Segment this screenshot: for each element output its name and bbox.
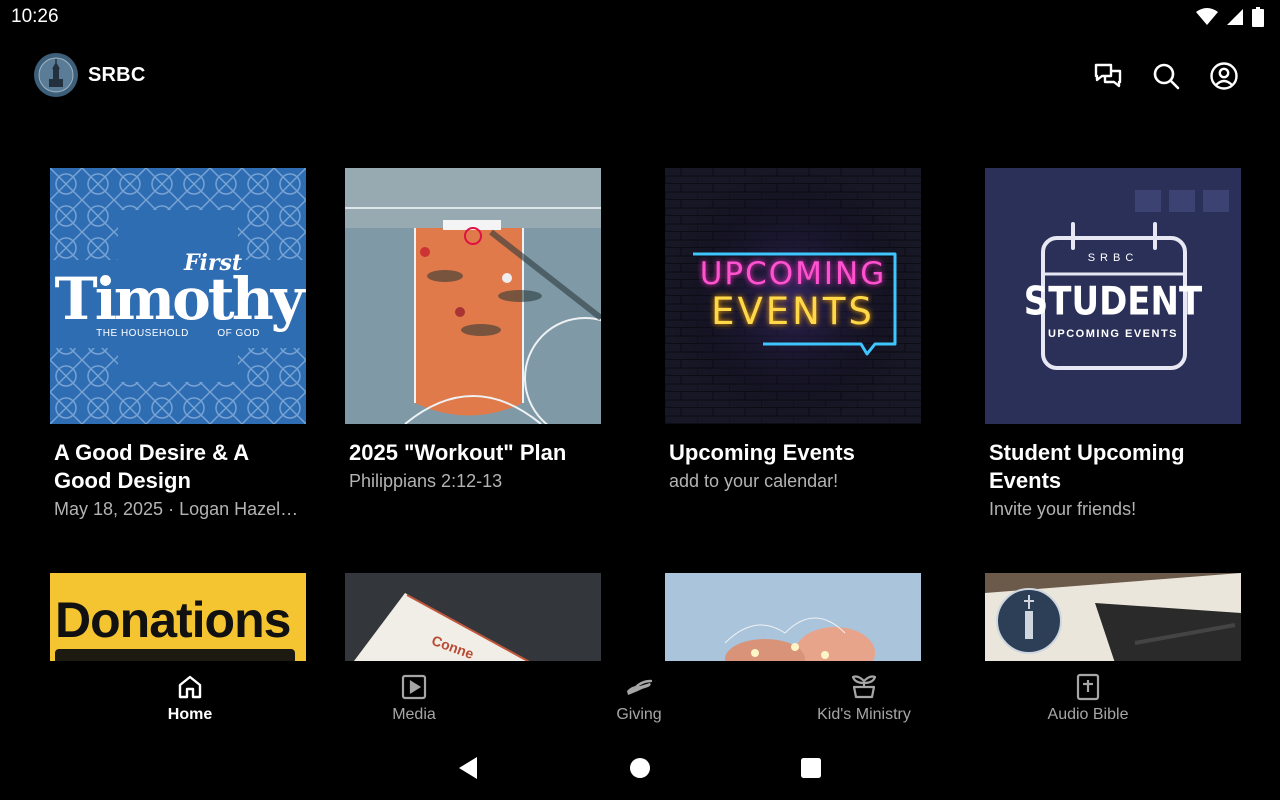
home-icon <box>178 675 202 699</box>
card-first-timothy[interactable]: First Timothy THE HOUSEHOLD OF GOD A Goo… <box>50 168 306 523</box>
card-thumbnail <box>985 573 1241 661</box>
bible-notebook-image <box>985 573 1241 661</box>
nav-label: Media <box>392 706 436 723</box>
art-upcoming-events: UPCOMING EVENTS <box>1047 328 1179 340</box>
home-circle-icon <box>630 758 650 778</box>
card-subtitle: May 18, 2025 · Logan Hazel… <box>54 499 299 519</box>
bible-icon <box>1076 673 1100 701</box>
play-box-icon <box>401 674 427 700</box>
system-navigation-bar <box>0 740 1280 800</box>
art-timothy: Timothy <box>54 265 305 333</box>
search-icon <box>1153 63 1180 90</box>
nav-label: Home <box>167 706 213 723</box>
card-subtitle: Philippians 2:12-13 <box>349 471 503 491</box>
card-student-events[interactable]: SRBC STUDENT UPCOMING EVENTS Student Upc… <box>985 168 1241 523</box>
nav-label: Kid's Ministry <box>817 706 911 723</box>
app-bar: SRBC <box>0 50 1280 102</box>
messages-button[interactable] <box>1092 60 1124 92</box>
status-icons <box>1196 7 1264 32</box>
card-connect[interactable]: Conne <box>345 573 601 661</box>
wifi-icon <box>1196 8 1218 31</box>
signal-icon <box>1226 8 1244 31</box>
nav-media[interactable]: Media <box>334 672 494 724</box>
church-logo[interactable] <box>34 53 78 97</box>
art-srbc: SRBC <box>1087 252 1139 264</box>
art-caption-left: THE HOUSEHOLD <box>96 328 189 339</box>
app-title: SRBC <box>88 64 146 86</box>
nav-home[interactable]: Home <box>110 672 270 724</box>
content-grid: First Timothy THE HOUSEHOLD OF GOD A Goo… <box>0 120 1280 661</box>
nav-label: Giving <box>616 706 662 723</box>
card-donations[interactable]: Donations <box>50 573 306 661</box>
basketball-court-image <box>345 168 601 424</box>
card-subtitle: add to your calendar! <box>669 471 839 491</box>
card-thumbnail <box>345 168 601 424</box>
card-thumbnail: UPCOMING EVENTS <box>665 168 921 424</box>
card-thumbnail: First Timothy THE HOUSEHOLD OF GOD <box>50 168 306 424</box>
card-title: Upcoming Events <box>669 440 855 465</box>
card-upcoming-events[interactable]: UPCOMING EVENTS Upcoming Events add to y… <box>665 168 921 495</box>
card-title: 2025 "Workout" Plan <box>349 440 567 465</box>
card-lights[interactable] <box>665 573 921 661</box>
art-student: STUDENT <box>1023 279 1203 325</box>
sprout-icon <box>851 675 877 699</box>
status-bar: 10:26 <box>0 0 1280 32</box>
art-caption-right: OF GOD <box>217 328 260 339</box>
giving-hand-icon <box>627 679 653 695</box>
card-thumbnail <box>665 573 921 661</box>
system-home-button[interactable] <box>629 757 651 784</box>
nav-kids-ministry[interactable]: Kid's Ministry <box>784 672 944 724</box>
church-steeple-icon <box>38 57 74 93</box>
string-lights-image <box>665 573 921 661</box>
system-back-button[interactable] <box>458 756 478 785</box>
card-title: A Good Desire & A Good Design <box>54 440 249 493</box>
search-button[interactable] <box>1150 60 1182 92</box>
recents-square-icon <box>801 758 821 778</box>
account-circle-icon <box>1210 62 1238 90</box>
nav-audio-bible[interactable]: Audio Bible <box>1008 672 1168 724</box>
nav-label: Audio Bible <box>1047 706 1129 723</box>
battery-icon <box>1252 7 1264 32</box>
art-events: EVENTS <box>711 290 875 333</box>
card-thumbnail: Donations <box>50 573 306 661</box>
art-donations: Donations <box>55 592 291 648</box>
nav-giving[interactable]: Giving <box>559 672 719 724</box>
card-thumbnail: SRBC STUDENT UPCOMING EVENTS <box>985 168 1241 424</box>
card-thumbnail: Conne <box>345 573 601 661</box>
status-time: 10:26 <box>11 6 59 27</box>
card-title: Student Upcoming Events <box>989 440 1185 493</box>
card-subtitle: Invite your friends! <box>989 499 1137 519</box>
bottom-navigation: Home Media Giving Kid's Ministry Audio B… <box>0 661 1280 740</box>
system-recents-button[interactable] <box>800 757 822 784</box>
chat-icon <box>1094 63 1122 88</box>
account-button[interactable] <box>1208 60 1240 92</box>
back-triangle-icon <box>459 757 477 779</box>
art-upcoming: UPCOMING <box>699 256 887 292</box>
card-workout-plan[interactable]: 2025 "Workout" Plan Philippians 2:12-13 <box>345 168 601 495</box>
app-bar-actions <box>1092 60 1240 92</box>
card-bible-study[interactable] <box>985 573 1241 661</box>
